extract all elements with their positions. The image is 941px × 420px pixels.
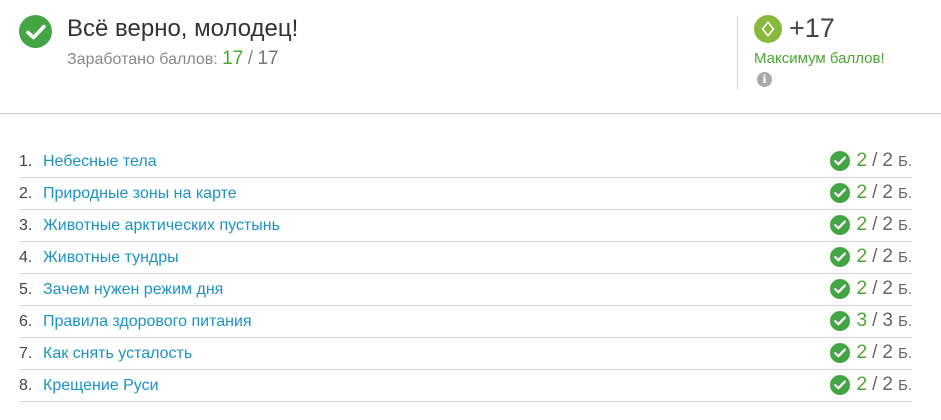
topic-score-unit: Б.	[897, 184, 912, 202]
topic-score-unit: Б.	[897, 152, 912, 170]
topic-row: 1. Небесные тела 2 / 2 Б.	[19, 146, 912, 178]
topic-score-separator: /	[872, 150, 878, 171]
topic-score-earned: 2	[856, 214, 868, 235]
topic-number: 1.	[19, 153, 33, 170]
check-circle-icon	[829, 375, 850, 395]
earned-points-total: 17	[257, 48, 279, 69]
topic-score-separator: /	[872, 374, 878, 395]
earned-points: Заработано баллов: 17 / 17	[67, 48, 279, 70]
topic-score: 2 / 2 Б.	[829, 374, 912, 396]
topic-score-unit: Б.	[897, 216, 912, 234]
topic-score-separator: /	[872, 182, 878, 203]
bonus-points: +17	[789, 13, 835, 43]
topic-score: 3 / 3 Б.	[829, 310, 912, 332]
topic-score-separator: /	[872, 310, 878, 331]
topic-score-total: 2	[882, 214, 893, 235]
topic-link[interactable]: Крещение Руси	[43, 377, 159, 395]
topic-score-separator: /	[872, 214, 878, 235]
topic-score-earned: 3	[856, 310, 868, 331]
topic-row: 7. Как снять усталость 2 / 2 Б.	[19, 338, 912, 370]
topic-number: 2.	[19, 185, 33, 202]
topic-score-earned: 2	[856, 246, 868, 267]
topic-score-separator: /	[872, 342, 878, 363]
topic-number: 8.	[19, 377, 33, 394]
topic-number: 5.	[19, 281, 33, 298]
topic-row: 2. Природные зоны на карте 2 / 2 Б.	[19, 178, 912, 210]
gem-icon	[754, 15, 782, 43]
topic-row: 5. Зачем нужен режим дня 2 / 2 Б.	[19, 274, 912, 306]
result-header: Всё верно, молодец! Заработано баллов: 1…	[0, 0, 941, 114]
check-circle-icon	[829, 343, 850, 363]
topic-score-earned: 2	[856, 374, 868, 395]
topic-list: 1. Небесные тела 2 / 2 Б. 2. Природные з…	[19, 146, 912, 402]
check-circle-icon	[19, 15, 52, 48]
topic-row: 4. Животные тундры 2 / 2 Б.	[19, 242, 912, 274]
earned-points-label: Заработано баллов:	[67, 51, 218, 68]
check-circle-icon	[829, 279, 850, 299]
topic-number: 4.	[19, 249, 33, 266]
topic-score-earned: 2	[856, 342, 868, 363]
topic-score: 2 / 2 Б.	[829, 182, 912, 204]
topic-score: 2 / 2 Б.	[829, 246, 912, 268]
topic-score: 2 / 2 Б.	[829, 150, 912, 172]
topic-score-unit: Б.	[897, 312, 912, 330]
topic-score-earned: 2	[856, 150, 868, 171]
earned-points-value: 17	[222, 48, 244, 69]
topic-score-unit: Б.	[897, 280, 912, 298]
info-icon[interactable]: i	[757, 72, 772, 87]
topic-score-unit: Б.	[897, 376, 912, 394]
topic-score-earned: 2	[856, 278, 868, 299]
topic-score-separator: /	[872, 246, 878, 267]
topic-link[interactable]: Небесные тела	[43, 153, 157, 171]
check-circle-icon	[829, 151, 850, 171]
topic-score-total: 2	[882, 246, 893, 267]
check-circle-icon	[829, 311, 850, 331]
topic-row: 3. Животные арктических пустынь 2 / 2 Б.	[19, 210, 912, 242]
topic-number: 6.	[19, 313, 33, 330]
topic-row: 8. Крещение Руси 2 / 2 Б.	[19, 370, 912, 402]
topic-score-unit: Б.	[897, 344, 912, 362]
topic-score: 2 / 2 Б.	[829, 278, 912, 300]
check-circle-icon	[829, 183, 850, 203]
result-title: Всё верно, молодец!	[67, 15, 299, 42]
check-circle-icon	[829, 247, 850, 267]
check-circle-icon	[829, 215, 850, 235]
topic-score: 2 / 2 Б.	[829, 214, 912, 236]
topic-link[interactable]: Животные тундры	[43, 249, 179, 267]
topic-score-total: 2	[882, 374, 893, 395]
topic-number: 7.	[19, 345, 33, 362]
topic-link[interactable]: Как снять усталость	[43, 345, 192, 363]
topic-score-total: 3	[882, 310, 893, 331]
topic-link[interactable]: Зачем нужен режим дня	[43, 281, 223, 299]
topic-score-earned: 2	[856, 182, 868, 203]
topic-number: 3.	[19, 217, 33, 234]
topic-score-total: 2	[882, 278, 893, 299]
topic-score-separator: /	[872, 278, 878, 299]
earned-points-separator: /	[247, 48, 254, 69]
max-points-label: Максимум баллов!	[754, 50, 885, 67]
topic-score: 2 / 2 Б.	[829, 342, 912, 364]
topic-link[interactable]: Правила здорового питания	[43, 313, 252, 331]
topic-score-total: 2	[882, 150, 893, 171]
topic-score-unit: Б.	[897, 248, 912, 266]
topic-link[interactable]: Природные зоны на карте	[43, 185, 237, 203]
header-divider	[737, 16, 738, 89]
topic-row: 6. Правила здорового питания 3 / 3 Б.	[19, 306, 912, 338]
topic-link[interactable]: Животные арктических пустынь	[43, 217, 280, 235]
topic-score-total: 2	[882, 182, 893, 203]
topic-score-total: 2	[882, 342, 893, 363]
